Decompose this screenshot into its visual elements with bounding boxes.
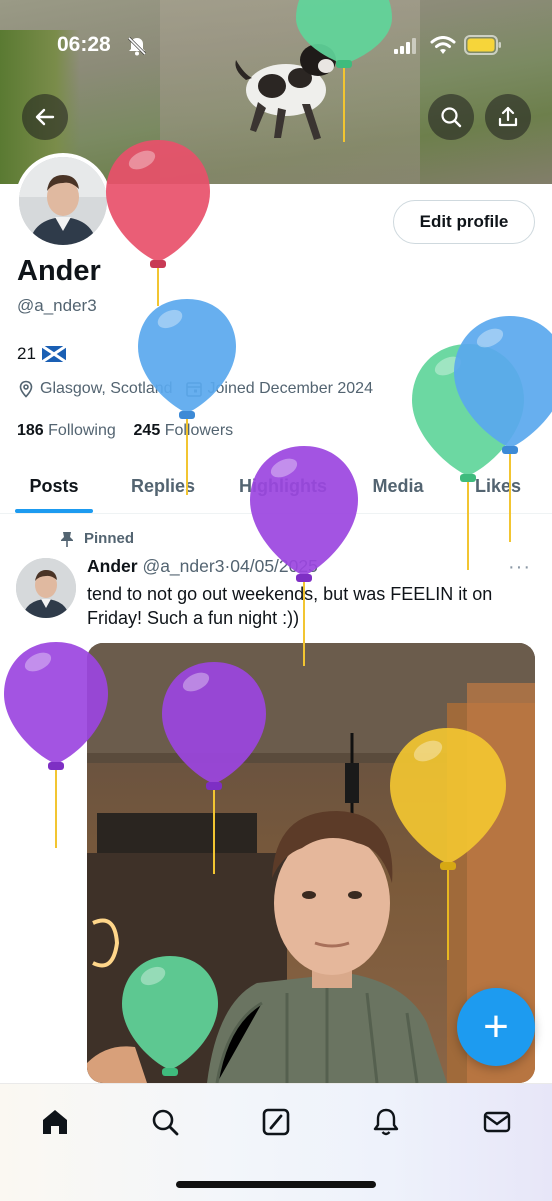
balloon-blue-2 — [454, 316, 552, 542]
profile-avatar[interactable] — [15, 153, 111, 249]
balloon-red — [106, 140, 210, 306]
balloon-purple-3 — [162, 662, 266, 874]
back-button[interactable] — [22, 94, 68, 140]
messages-icon[interactable] — [477, 1102, 517, 1142]
profile-bio: 21 — [17, 344, 66, 364]
grok-icon[interactable] — [256, 1102, 296, 1142]
edit-profile-button[interactable]: Edit profile — [393, 200, 535, 244]
balloon-purple-2 — [4, 642, 108, 848]
search-icon — [441, 107, 462, 128]
scotland-flag-icon — [41, 346, 66, 362]
search-icon[interactable] — [145, 1102, 185, 1142]
search-button[interactable] — [428, 94, 474, 140]
pinned-label: Pinned — [84, 530, 135, 547]
balloon-green-top — [296, 0, 392, 142]
bio-text: 21 — [17, 344, 36, 363]
location-pin-icon — [19, 380, 33, 398]
status-time: 06:28 — [57, 33, 111, 56]
profile-handle: @a_nder3 — [17, 296, 97, 315]
profile-name: Ander — [17, 255, 101, 287]
pin-icon — [61, 531, 73, 547]
arrow-left-icon — [35, 108, 55, 126]
home-indicator — [176, 1181, 376, 1188]
cellular-signal-icon — [394, 38, 416, 54]
balloon-yellow — [390, 728, 506, 960]
post-handle[interactable]: @a_nder3 — [142, 556, 224, 576]
compose-button[interactable]: + — [457, 988, 535, 1066]
wifi-icon — [430, 36, 456, 54]
balloon-purple-1 — [250, 446, 358, 666]
post-avatar[interactable] — [16, 558, 76, 618]
balloon-green-2 — [122, 956, 218, 1076]
home-icon[interactable] — [35, 1102, 75, 1142]
following-link[interactable]: 186 Following — [17, 422, 116, 439]
share-icon — [498, 106, 518, 127]
pinned-indicator: Pinned — [60, 530, 134, 547]
following-count: 186 — [17, 422, 44, 439]
share-button[interactable] — [485, 94, 531, 140]
tab-posts[interactable]: Posts — [0, 460, 108, 513]
following-label: Following — [48, 422, 116, 439]
post-author[interactable]: Ander — [87, 556, 138, 576]
battery-icon — [464, 35, 501, 55]
notifications-icon[interactable] — [366, 1102, 406, 1142]
silent-mode-icon — [127, 36, 147, 56]
balloon-blue-1 — [138, 299, 236, 495]
